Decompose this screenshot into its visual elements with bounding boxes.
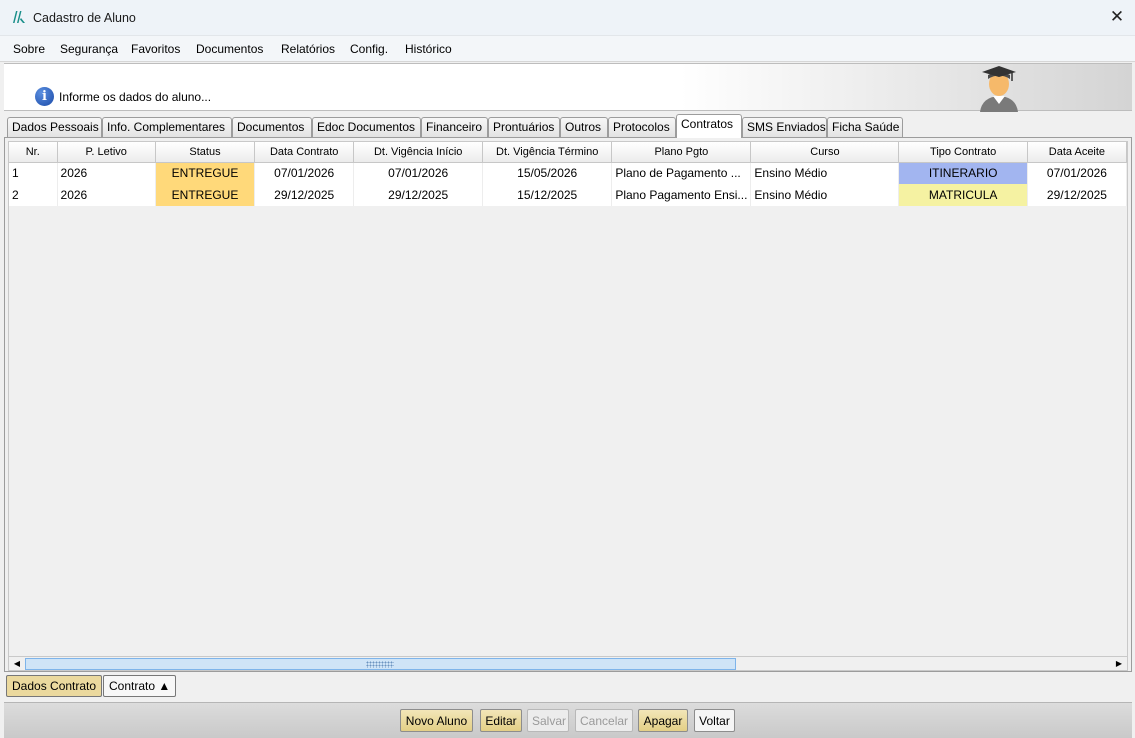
cell-data-aceite: 07/01/2026 (1027, 162, 1127, 184)
column-header[interactable]: P. Letivo (57, 142, 156, 163)
cell-vigencia-termino: 15/12/2025 (482, 184, 613, 206)
cell-status: ENTREGUE (155, 184, 256, 206)
column-header[interactable]: Tipo Contrato (898, 142, 1028, 163)
cell-vigencia-termino: 15/05/2026 (482, 162, 613, 184)
column-header[interactable]: Data Contrato (254, 142, 355, 163)
cell-letivo: 2026 (57, 184, 156, 206)
apagar-button[interactable]: Apagar (638, 709, 688, 732)
tab-documentos[interactable]: Documentos (232, 117, 312, 137)
tab-protocolos[interactable]: Protocolos (608, 117, 676, 137)
cell-data-contrato: 07/01/2026 (254, 162, 355, 184)
menu-historico[interactable]: Histórico (405, 42, 452, 56)
column-header[interactable]: Dt. Vigência Início (353, 142, 484, 163)
app-logo-icon (13, 11, 25, 23)
info-icon: i (35, 87, 54, 106)
menu-seguranca[interactable]: Segurança (60, 42, 118, 56)
table-header-row: Nr. P. Letivo Status Data Contrato Dt. V… (9, 142, 1127, 163)
tab-info-complementares[interactable]: Info. Complementares (102, 117, 232, 137)
menu-bar: Sobre Segurança Favoritos Documentos Rel… (0, 36, 1135, 62)
cell-plano-pgto: Plano de Pagamento ... (611, 162, 752, 184)
cell-vigencia-inicio: 07/01/2026 (353, 162, 484, 184)
editar-button[interactable]: Editar (480, 709, 522, 732)
menu-documentos[interactable]: Documentos (196, 42, 263, 56)
tab-content: Nr. P. Letivo Status Data Contrato Dt. V… (4, 137, 1132, 672)
contracts-table: Nr. P. Letivo Status Data Contrato Dt. V… (9, 142, 1127, 206)
header-panel: i Informe os dados do aluno... (4, 63, 1132, 112)
cell-tipo-contrato: MATRICULA (898, 184, 1028, 206)
tab-prontuarios[interactable]: Prontuários (488, 117, 560, 137)
grip-icon (366, 661, 394, 668)
scrollbar-thumb[interactable] (25, 658, 736, 670)
tab-dados-pessoais[interactable]: Dados Pessoais (7, 117, 102, 137)
column-header[interactable]: Plano Pgto (611, 142, 752, 163)
tab-contratos[interactable]: Contratos (676, 114, 742, 138)
column-header[interactable]: Status (155, 142, 256, 163)
window-title: Cadastro de Aluno (33, 11, 136, 25)
cell-curso: Ensino Médio (750, 184, 900, 206)
horizontal-scrollbar[interactable]: ◀ ▶ (8, 656, 1128, 671)
menu-favoritos[interactable]: Favoritos (131, 42, 180, 56)
scroll-right-icon[interactable]: ▶ (1112, 658, 1126, 670)
close-icon[interactable]: ✕ (1107, 6, 1127, 28)
column-header[interactable]: Curso (750, 142, 900, 163)
menu-relatorios[interactable]: Relatórios (281, 42, 335, 56)
contracts-grid: Nr. P. Letivo Status Data Contrato Dt. V… (8, 141, 1128, 657)
cell-data-contrato: 29/12/2025 (254, 184, 355, 206)
cell-plano-pgto: Plano Pagamento Ensi... (611, 184, 752, 206)
cell-tipo-contrato: ITINERARIO (898, 162, 1028, 184)
table-row[interactable]: 2 2026 ENTREGUE 29/12/2025 29/12/2025 15… (9, 184, 1127, 206)
cell-letivo: 2026 (57, 162, 156, 184)
subtab-contrato-dropdown[interactable]: Contrato ▲ (103, 675, 177, 697)
column-header[interactable]: Dt. Vigência Término (482, 142, 613, 163)
cell-status: ENTREGUE (155, 162, 256, 184)
scroll-left-icon[interactable]: ◀ (10, 658, 24, 670)
tab-ficha-saude[interactable]: Ficha Saúde (827, 117, 903, 137)
title-bar: Cadastro de Aluno ✕ (0, 0, 1135, 36)
menu-config[interactable]: Config. (350, 42, 388, 56)
tab-sms-enviados[interactable]: SMS Enviados (742, 117, 827, 137)
column-header[interactable]: Data Aceite (1027, 142, 1127, 163)
novo-aluno-button[interactable]: Novo Aluno (400, 709, 473, 732)
tab-edoc-documentos[interactable]: Edoc Documentos (312, 117, 421, 137)
column-header[interactable]: Nr. (9, 142, 58, 163)
table-row[interactable]: 1 2026 ENTREGUE 07/01/2026 07/01/2026 15… (9, 162, 1127, 184)
graduate-student-icon (980, 66, 1018, 112)
cell-vigencia-inicio: 29/12/2025 (353, 184, 484, 206)
cell-curso: Ensino Médio (750, 162, 900, 184)
subtab-dados-contrato[interactable]: Dados Contrato (6, 675, 103, 697)
salvar-button[interactable]: Salvar (527, 709, 569, 732)
voltar-button[interactable]: Voltar (694, 709, 735, 732)
header-message: Informe os dados do aluno... (59, 90, 212, 104)
tab-strip: Dados Pessoais Info. Complementares Docu… (4, 113, 1132, 138)
cancelar-button[interactable]: Cancelar (575, 709, 633, 732)
cell-data-aceite: 29/12/2025 (1027, 184, 1127, 206)
cell-nr: 1 (9, 162, 58, 184)
tab-financeiro[interactable]: Financeiro (421, 117, 488, 137)
menu-sobre[interactable]: Sobre (13, 42, 45, 56)
cell-nr: 2 (9, 184, 58, 206)
tab-outros[interactable]: Outros (560, 117, 608, 137)
footer-toolbar: Novo Aluno Editar Salvar Cancelar Apagar… (4, 702, 1132, 738)
